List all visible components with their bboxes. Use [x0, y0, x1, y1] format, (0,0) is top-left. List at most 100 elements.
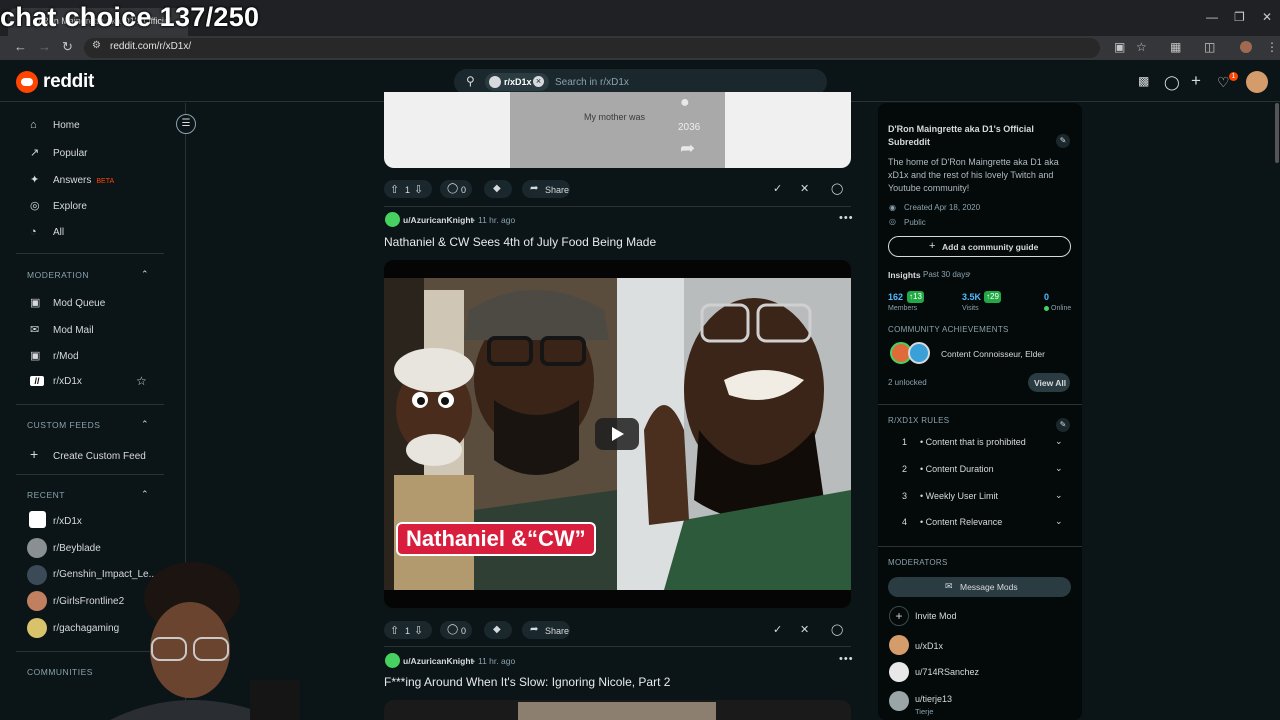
upvote-icon[interactable]: ⇧	[390, 183, 399, 196]
author-avatar[interactable]	[385, 212, 400, 227]
insights-period[interactable]: Past 30 days	[923, 270, 969, 279]
reddit-wordmark[interactable]: reddit	[43, 71, 94, 93]
comment-count: 0	[461, 185, 467, 195]
restore-icon[interactable]: ❐	[1234, 10, 1245, 24]
search-input[interactable]: Search in r/xD1x	[555, 77, 629, 88]
sidebar-item-mod-queue[interactable]: ▣ Mod Queue	[30, 296, 105, 309]
recent-item[interactable]: r/xD1x	[53, 516, 82, 527]
post-title[interactable]: F***ing Around When It's Slow: Ignoring …	[384, 675, 670, 689]
sidebar-divider	[878, 546, 1082, 547]
remove-icon[interactable]: ✕	[800, 623, 809, 636]
rule-title[interactable]: • Content Duration	[920, 464, 994, 474]
post-media[interactable]	[384, 700, 851, 720]
downvote-icon[interactable]: ⇩	[414, 624, 423, 637]
moderation-heading[interactable]: MODERATION	[27, 270, 89, 280]
rule-title[interactable]: • Content that is prohibited	[920, 437, 1026, 447]
address-bar[interactable]	[84, 38, 1100, 58]
share-count-text: 2036	[678, 122, 701, 133]
edit-icon[interactable]: ✎	[1056, 134, 1070, 148]
insights-label[interactable]: Insights	[888, 270, 921, 280]
sidebar-item-popular[interactable]: ↗ Popular	[30, 146, 87, 159]
post-options-icon[interactable]: •••	[839, 653, 854, 665]
invite-mod-icon[interactable]: +	[889, 606, 909, 626]
url-text[interactable]: reddit.com/r/xD1x/	[110, 41, 191, 52]
post-time-dot: •	[472, 215, 475, 225]
author-avatar[interactable]	[385, 653, 400, 668]
moderator-avatar[interactable]	[889, 691, 909, 711]
page-scrollbar[interactable]	[1275, 103, 1279, 163]
advertise-icon[interactable]: ▩	[1138, 74, 1149, 88]
chevron-up-icon[interactable]: ⌃	[141, 269, 149, 280]
award-icon: ◆	[493, 624, 501, 635]
upvote-icon[interactable]: ⇧	[390, 624, 399, 637]
post-options-icon[interactable]: •••	[839, 212, 854, 224]
clear-chip-icon[interactable]: ×	[533, 76, 544, 87]
post-video[interactable]: Nathaniel &“CW”	[384, 260, 851, 608]
chevron-up-icon[interactable]: ⌃	[141, 419, 149, 430]
extensions-icon[interactable]: ▦	[1170, 40, 1181, 54]
invite-mod-label[interactable]: Invite Mod	[915, 611, 957, 621]
sidebar-item-explore[interactable]: ◎ Explore	[30, 199, 87, 212]
cast-icon[interactable]: ▣	[1114, 40, 1125, 54]
moderator-avatar[interactable]	[889, 635, 909, 655]
chevron-down-icon[interactable]: ⌄	[1055, 490, 1063, 501]
custom-feeds-heading[interactable]: CUSTOM FEEDS	[27, 420, 100, 430]
top-post-video-text: My mother was	[584, 112, 646, 122]
recent-item[interactable]: r/Beyblade	[53, 543, 101, 554]
post-author[interactable]: u/AzuricanKnight	[403, 656, 473, 666]
recent-heading[interactable]: RECENT	[27, 490, 65, 500]
user-avatar[interactable]	[1246, 71, 1268, 93]
mod-shield-icon[interactable]: ◯	[831, 182, 843, 195]
communities-heading[interactable]: COMMUNITIES	[27, 667, 93, 677]
sidebar-divider	[16, 474, 164, 475]
rule-number: 4	[902, 517, 908, 527]
sidebar-item-rmod[interactable]: ▣ r/Mod	[30, 349, 79, 362]
comment-icon: ◯	[447, 183, 459, 194]
browser-menu-icon[interactable]: ⋮	[1266, 40, 1278, 54]
subreddit-icon: //	[30, 376, 44, 386]
remove-icon[interactable]: ✕	[800, 182, 809, 195]
top-post-media[interactable]: My mother was 2036 ➦ ●	[384, 92, 851, 168]
approve-icon[interactable]: ✓	[773, 623, 782, 636]
favorite-star-icon[interactable]: ☆	[136, 374, 147, 388]
approve-icon[interactable]: ✓	[773, 182, 782, 195]
forward-icon[interactable]: →	[38, 39, 51, 54]
sidebar-item-rxd1x[interactable]: //r/xD1x	[30, 376, 82, 387]
subreddit-avatar	[29, 511, 46, 528]
chevron-down-icon[interactable]: ⌄	[1055, 436, 1063, 447]
rule-title[interactable]: • Content Relevance	[920, 517, 1002, 527]
collapse-sidebar-button[interactable]: ☰	[176, 114, 196, 134]
post-title[interactable]: Nathaniel & CW Sees 4th of July Food Bei…	[384, 235, 656, 249]
moderator-avatar[interactable]	[889, 662, 909, 682]
moderator-name[interactable]: u/tierje13	[915, 694, 952, 704]
site-info-icon[interactable]: ⚙	[92, 40, 101, 51]
chat-icon[interactable]: ◯	[1164, 74, 1180, 91]
sidebar-item-mod-mail[interactable]: ✉ Mod Mail	[30, 323, 94, 336]
sidepanel-icon[interactable]: ◫	[1204, 40, 1215, 54]
create-post-icon[interactable]: +	[1191, 71, 1201, 91]
sidebar-item-all[interactable]: ◔ All	[30, 226, 64, 238]
chevron-up-icon[interactable]: ⌃	[141, 489, 149, 500]
profile-avatar-browser[interactable]	[1240, 41, 1252, 53]
chevron-right-icon[interactable]: ›	[968, 269, 971, 278]
sidebar-item-answers[interactable]: ✦ Answers BETA	[30, 173, 114, 186]
sidebar-divider	[16, 253, 164, 254]
mod-shield-icon[interactable]: ◯	[831, 623, 843, 636]
moderator-name[interactable]: u/714RSanchez	[915, 667, 979, 677]
close-window-icon[interactable]: ✕	[1262, 10, 1272, 24]
reload-icon[interactable]: ↻	[62, 39, 73, 55]
create-custom-feed[interactable]: + Create Custom Feed	[30, 446, 146, 462]
notifications-icon[interactable]: ♡	[1217, 74, 1230, 91]
downvote-icon[interactable]: ⇩	[414, 183, 423, 196]
chevron-down-icon[interactable]: ⌄	[1055, 516, 1063, 527]
rule-title[interactable]: • Weekly User Limit	[920, 491, 998, 501]
moderator-name[interactable]: u/xD1x	[915, 641, 943, 651]
play-button[interactable]	[595, 418, 639, 450]
sidebar-item-home[interactable]: ⌂ Home	[30, 119, 80, 131]
post-author[interactable]: u/AzuricanKnight	[403, 215, 473, 225]
back-icon[interactable]: ←	[14, 39, 27, 54]
edit-rules-icon[interactable]: ✎	[1056, 418, 1070, 432]
chevron-down-icon[interactable]: ⌄	[1055, 463, 1063, 474]
bookmark-star-icon[interactable]: ☆	[1136, 40, 1147, 54]
minimize-icon[interactable]: —	[1206, 10, 1218, 24]
